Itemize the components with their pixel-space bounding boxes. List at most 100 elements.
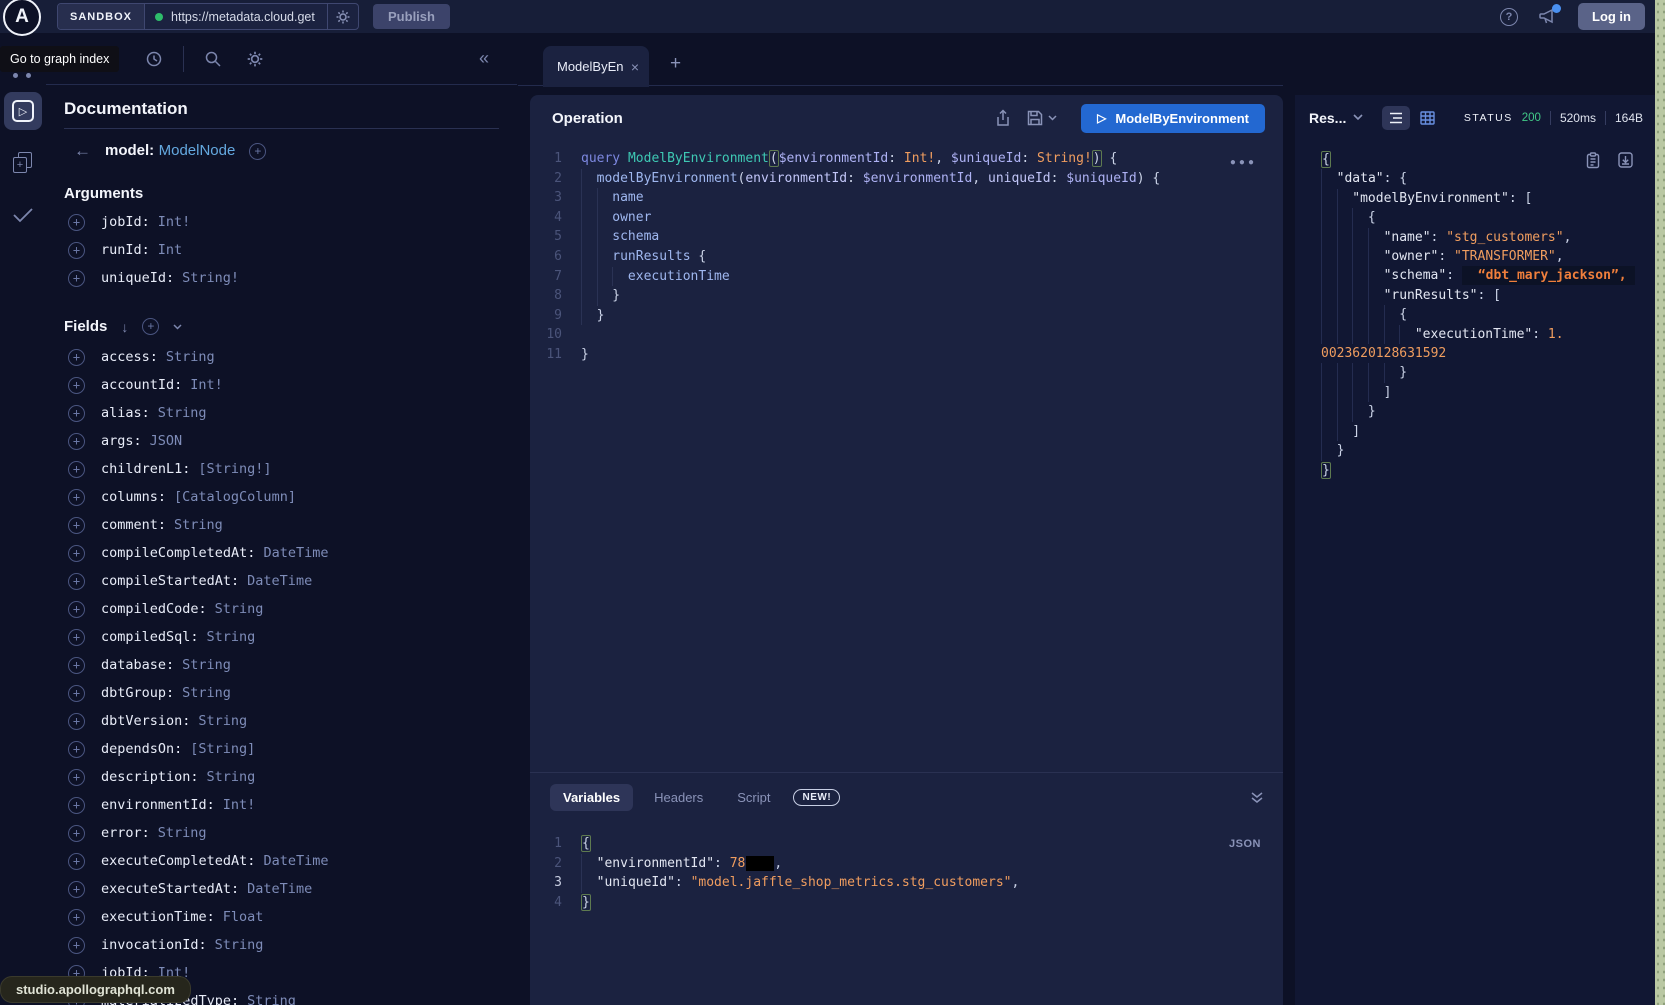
field-name[interactable]: description: bbox=[101, 769, 199, 785]
field-type[interactable]: [String!] bbox=[198, 461, 271, 477]
operation-editor[interactable]: 1query ModelByEnvironment($environmentId… bbox=[530, 141, 1283, 772]
settings-gear-icon[interactable] bbox=[246, 50, 264, 68]
field-type[interactable]: Float bbox=[223, 909, 264, 925]
argument-name[interactable]: runId: bbox=[101, 242, 150, 258]
field-name[interactable]: executionTime: bbox=[101, 909, 215, 925]
add-argument-button[interactable]: + bbox=[68, 214, 85, 231]
argument-name[interactable]: uniqueId: bbox=[101, 270, 174, 286]
add-field-button[interactable]: + bbox=[68, 797, 85, 814]
tree-view-button[interactable] bbox=[1382, 106, 1410, 130]
field-name[interactable]: error: bbox=[101, 825, 150, 841]
response-title[interactable]: Res... bbox=[1309, 110, 1346, 126]
field-type[interactable]: DateTime bbox=[263, 545, 328, 561]
save-group[interactable] bbox=[1027, 110, 1057, 126]
add-field-button[interactable]: + bbox=[68, 825, 85, 842]
field-type[interactable]: DateTime bbox=[247, 573, 312, 589]
editor-overflow-menu[interactable]: ●●● bbox=[1230, 157, 1257, 168]
publish-button[interactable]: Publish bbox=[373, 4, 450, 29]
add-field-button[interactable]: + bbox=[68, 433, 85, 450]
add-field-button[interactable]: + bbox=[68, 349, 85, 366]
variables-code[interactable]: 1{2 "environmentId": 78,3 "uniqueId": "m… bbox=[530, 834, 1283, 912]
field-type[interactable]: String bbox=[174, 517, 223, 533]
add-field-button[interactable]: + bbox=[68, 741, 85, 758]
sort-arrow-icon[interactable]: ↓ bbox=[121, 319, 128, 335]
collapse-panel-icon[interactable]: « bbox=[479, 48, 489, 69]
add-all-fields-button[interactable]: + bbox=[249, 143, 266, 160]
field-name[interactable]: compiledCode: bbox=[101, 601, 207, 617]
add-argument-button[interactable]: + bbox=[68, 242, 85, 259]
field-name[interactable]: compiledSql: bbox=[101, 629, 199, 645]
add-field-button[interactable]: + bbox=[68, 713, 85, 730]
field-type[interactable]: DateTime bbox=[263, 853, 328, 869]
run-operation-button[interactable]: ▷ ModelByEnvironment bbox=[1081, 104, 1265, 133]
field-type[interactable]: Int! bbox=[190, 377, 223, 393]
field-type[interactable]: JSON bbox=[150, 433, 183, 449]
operation-code[interactable]: 1query ModelByEnvironment($environmentId… bbox=[530, 149, 1283, 365]
back-arrow-icon[interactable]: ← bbox=[74, 141, 91, 161]
announcements-button[interactable] bbox=[1538, 8, 1558, 26]
field-name[interactable]: executeCompletedAt: bbox=[101, 853, 255, 869]
add-field-button[interactable]: + bbox=[68, 685, 85, 702]
doc-field-type-link[interactable]: ModelNode bbox=[159, 142, 236, 159]
field-type[interactable]: DateTime bbox=[247, 881, 312, 897]
history-icon[interactable] bbox=[145, 50, 163, 68]
add-field-button[interactable]: + bbox=[68, 601, 85, 618]
field-type[interactable]: String bbox=[215, 601, 264, 617]
endpoint-url-field[interactable]: https://metadata.cloud.get bbox=[145, 10, 327, 24]
argument-type[interactable]: Int! bbox=[158, 214, 191, 230]
field-type[interactable]: String bbox=[198, 713, 247, 729]
download-icon[interactable] bbox=[1618, 152, 1633, 169]
field-name[interactable]: compileCompletedAt: bbox=[101, 545, 255, 561]
argument-type[interactable]: Int bbox=[158, 242, 182, 258]
field-type[interactable]: String bbox=[215, 937, 264, 953]
add-field-button[interactable]: + bbox=[68, 377, 85, 394]
field-name[interactable]: executeStartedAt: bbox=[101, 881, 239, 897]
login-button[interactable]: Log in bbox=[1578, 3, 1645, 30]
field-type[interactable]: [CatalogColumn] bbox=[174, 489, 296, 505]
tab-variables[interactable]: Variables bbox=[550, 784, 633, 811]
field-type[interactable]: String bbox=[158, 825, 207, 841]
field-name[interactable]: dbtGroup: bbox=[101, 685, 174, 701]
field-type[interactable]: String bbox=[182, 685, 231, 701]
argument-name[interactable]: jobId: bbox=[101, 214, 150, 230]
add-field-button[interactable]: + bbox=[68, 629, 85, 646]
field-name[interactable]: invocationId: bbox=[101, 937, 207, 953]
field-name[interactable]: environmentId: bbox=[101, 797, 215, 813]
add-field-button[interactable]: + bbox=[68, 937, 85, 954]
field-type[interactable]: String bbox=[182, 657, 231, 673]
collections-nav-button[interactable]: + bbox=[4, 144, 42, 182]
chevron-down-icon[interactable] bbox=[173, 324, 182, 330]
tab-script[interactable]: Script bbox=[724, 784, 783, 811]
field-name[interactable]: childrenL1: bbox=[101, 461, 190, 477]
field-type[interactable]: String bbox=[247, 993, 296, 1005]
add-field-button[interactable]: + bbox=[68, 405, 85, 422]
field-type[interactable]: Int! bbox=[223, 797, 256, 813]
share-icon[interactable] bbox=[995, 109, 1011, 127]
field-type[interactable]: String bbox=[158, 405, 207, 421]
field-name[interactable]: dbtVersion: bbox=[101, 713, 190, 729]
field-name[interactable]: accountId: bbox=[101, 377, 182, 393]
add-field-button[interactable]: + bbox=[68, 545, 85, 562]
field-name[interactable]: args: bbox=[101, 433, 142, 449]
response-chevron-icon[interactable] bbox=[1353, 114, 1363, 121]
add-field-button[interactable]: + bbox=[68, 517, 85, 534]
tab-headers[interactable]: Headers bbox=[641, 784, 716, 811]
field-name[interactable]: columns: bbox=[101, 489, 166, 505]
argument-type[interactable]: String! bbox=[182, 270, 239, 286]
field-name[interactable]: alias: bbox=[101, 405, 150, 421]
add-field-button[interactable]: + bbox=[68, 853, 85, 870]
new-tab-button[interactable]: + bbox=[670, 53, 681, 75]
add-field-button[interactable]: + bbox=[68, 573, 85, 590]
explorer-nav-button[interactable]: ▷ bbox=[4, 92, 42, 130]
variables-editor[interactable]: JSON 1{2 "environmentId": 78,3 "uniqueId… bbox=[530, 822, 1283, 912]
connection-settings-button[interactable] bbox=[327, 4, 358, 29]
operation-tab[interactable]: ModelByEnvi... × bbox=[543, 46, 649, 87]
help-icon[interactable]: ? bbox=[1500, 8, 1518, 26]
field-name[interactable]: comment: bbox=[101, 517, 166, 533]
field-type[interactable]: String bbox=[207, 629, 256, 645]
add-argument-button[interactable]: + bbox=[68, 270, 85, 287]
field-name[interactable]: dependsOn: bbox=[101, 741, 182, 757]
close-tab-icon[interactable]: × bbox=[631, 59, 639, 75]
search-icon[interactable] bbox=[204, 50, 222, 68]
add-field-button[interactable]: + bbox=[68, 909, 85, 926]
